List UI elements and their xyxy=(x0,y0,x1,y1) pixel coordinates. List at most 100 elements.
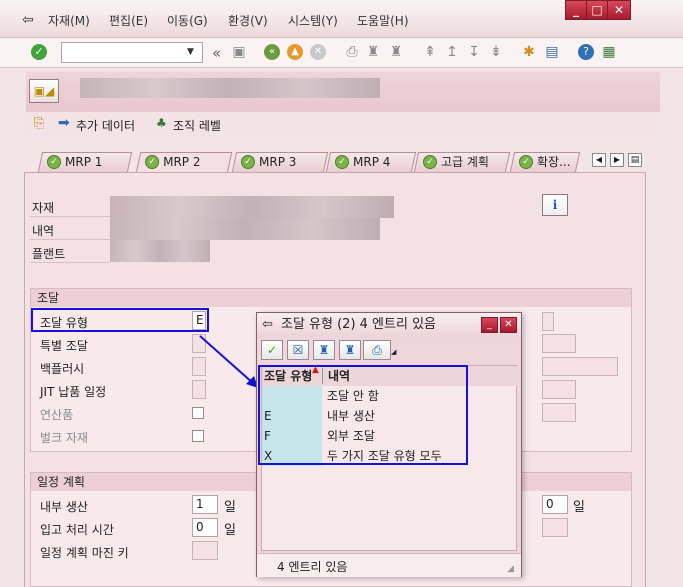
menu-edit[interactable]: 편집(E) xyxy=(109,12,148,29)
right-field[interactable] xyxy=(542,312,554,331)
save-icon[interactable]: ▣ xyxy=(230,43,248,61)
menu-bar: ⇦ 자재(M) 편집(E) 이동(G) 환경(V) 시스템(Y) 도움말(H) … xyxy=(0,0,683,38)
new-doc-icon[interactable]: ⎘ xyxy=(34,116,44,131)
bulk-material-label: 벌크 자재 xyxy=(40,431,88,445)
popup-minimize-icon[interactable]: _ xyxy=(481,317,498,333)
plant-label: 플랜트 xyxy=(32,247,66,261)
right-field[interactable] xyxy=(542,334,576,353)
command-field[interactable] xyxy=(61,42,203,63)
menu-material[interactable]: 자재(M) xyxy=(48,12,90,29)
maximize-icon[interactable]: □ xyxy=(586,0,608,20)
tab-scroll-right-icon[interactable]: ▶ xyxy=(610,153,624,167)
right-days-field[interactable]: 0 xyxy=(542,495,568,514)
info-icon[interactable]: i xyxy=(542,194,568,216)
cancel-icon[interactable]: ✕ xyxy=(310,44,326,60)
tab-label: 고급 계획 xyxy=(441,155,489,169)
material-label: 자재 xyxy=(32,201,55,215)
check-icon: ✓ xyxy=(47,155,61,169)
org-levels-icon[interactable]: ♣ xyxy=(156,116,167,130)
popup-close-icon[interactable]: ✕ xyxy=(500,317,517,333)
back-arrows-icon[interactable]: « xyxy=(212,44,221,62)
chevron-down-icon[interactable]: ▼ xyxy=(187,47,194,57)
prev-page-icon[interactable]: ↥ xyxy=(443,43,461,61)
minimize-icon[interactable]: _ xyxy=(565,0,587,20)
additional-data-button[interactable]: 추가 데이터 xyxy=(76,117,135,134)
tab-mrp4[interactable]: ✓ MRP 4 xyxy=(325,152,417,172)
next-page-icon[interactable]: ↧ xyxy=(465,43,483,61)
popup-status-text: 4 엔트리 있음 xyxy=(277,560,348,574)
tab-list-icon[interactable]: ▤ xyxy=(628,153,642,167)
right-field[interactable] xyxy=(542,403,576,422)
description-value-redacted xyxy=(110,218,380,240)
coproduct-checkbox[interactable] xyxy=(192,407,204,419)
check-icon: ✓ xyxy=(145,155,160,169)
first-page-icon[interactable]: ⇞ xyxy=(421,43,439,61)
tab-mrp3[interactable]: ✓ MRP 3 xyxy=(231,152,329,172)
menu-environment[interactable]: 환경(V) xyxy=(228,12,268,29)
application-toolbar: ⎘ ➡ 추가 데이터 ♣ 조직 레벨 xyxy=(26,112,660,140)
inhouse-unit: 일 xyxy=(224,500,236,515)
divider xyxy=(30,262,110,263)
find-next-icon[interactable]: ♜ xyxy=(339,340,361,360)
value-help-popup: ⇦ 조달 유형 (2) 4 엔트리 있음 _ ✕ ✓ ☒ ♜ ♜ ⎙ ◢ 조달 … xyxy=(256,312,522,577)
new-session-icon[interactable]: ✱ xyxy=(520,43,538,61)
plant-value-redacted xyxy=(110,240,210,262)
menu-goto[interactable]: 이동(G) xyxy=(167,12,208,29)
check-icon: ✓ xyxy=(519,155,533,169)
print-icon[interactable]: ⎙ xyxy=(343,43,361,61)
arrow-right-icon[interactable]: ➡ xyxy=(58,115,70,131)
close-icon[interactable]: ✕ xyxy=(607,0,631,20)
tab-mrp1[interactable]: ✓ MRP 1 xyxy=(37,152,133,172)
check-icon: ✓ xyxy=(423,155,437,169)
cancel-box-icon[interactable]: ☒ xyxy=(287,340,309,360)
menu-help[interactable]: 도움말(H) xyxy=(357,12,409,29)
scheduling-margin-label: 일정 계획 마진 키 xyxy=(40,546,129,560)
right-field[interactable] xyxy=(542,518,568,537)
right-field[interactable] xyxy=(542,380,576,399)
exit-icon[interactable]: ▲ xyxy=(287,44,303,60)
back-icon[interactable]: « xyxy=(264,44,280,60)
title-area: ▣◢ xyxy=(26,72,660,112)
popup-menu-icon[interactable]: ⇦ xyxy=(262,313,273,337)
tab-label: MRP 1 xyxy=(65,155,103,169)
right-days-unit: 일 xyxy=(573,500,585,515)
gr-processing-field[interactable]: 0 xyxy=(192,518,218,537)
tab-scroll-left-icon[interactable]: ◀ xyxy=(592,153,606,167)
tab-mrp2[interactable]: ✓ MRP 2 xyxy=(135,152,233,173)
material-value-redacted xyxy=(110,196,394,218)
page-title-redacted xyxy=(80,78,380,98)
help-icon[interactable]: ? xyxy=(578,44,594,60)
right-field[interactable] xyxy=(542,357,618,376)
org-levels-button[interactable]: 조직 레벨 xyxy=(173,117,221,134)
last-page-icon[interactable]: ⇟ xyxy=(487,43,505,61)
divider xyxy=(30,239,110,240)
find-icon[interactable]: ♜ xyxy=(313,340,335,360)
popup-titlebar: ⇦ 조달 유형 (2) 4 엔트리 있음 _ ✕ xyxy=(257,313,521,337)
print-icon[interactable]: ⎙ xyxy=(363,340,391,360)
tab-extended[interactable]: ✓ 확장... xyxy=(509,152,581,172)
jit-label: JIT 납품 일정 xyxy=(40,385,107,399)
check-icon: ✓ xyxy=(241,155,255,169)
data-screens-icon[interactable]: ▣◢ xyxy=(29,79,59,103)
shortcut-icon[interactable]: ▤ xyxy=(543,43,561,61)
find-next-icon[interactable]: ♜ xyxy=(387,43,405,61)
menu-icon[interactable]: ⇦ xyxy=(22,12,34,28)
standard-toolbar: ✓ ▼ « ▣ « ▲ ✕ ⎙ ♜ ♜ ⇞ ↥ ↧ ⇟ ✱ ▤ ? ▦ xyxy=(0,38,683,68)
inhouse-production-label: 내부 생산 xyxy=(40,500,88,514)
tab-advanced-planning[interactable]: ✓ 고급 계획 xyxy=(413,152,511,172)
enter-icon[interactable]: ✓ xyxy=(31,44,47,60)
menu-system[interactable]: 시스템(Y) xyxy=(288,12,338,29)
bulk-material-checkbox[interactable] xyxy=(192,430,204,442)
layout-icon[interactable]: ▦ xyxy=(600,43,618,61)
confirm-icon[interactable]: ✓ xyxy=(261,340,283,360)
highlight-box xyxy=(31,308,209,332)
scheduling-margin-field[interactable] xyxy=(192,541,218,560)
inhouse-production-field[interactable]: 1 xyxy=(192,495,218,514)
resize-grip-icon[interactable]: ◢ xyxy=(507,564,514,574)
chevron-down-icon[interactable]: ◢ xyxy=(391,348,396,356)
description-label: 내역 xyxy=(32,224,55,238)
find-icon[interactable]: ♜ xyxy=(364,43,382,61)
gr-unit: 일 xyxy=(224,523,236,538)
coproduct-label: 연산품 xyxy=(40,408,74,422)
backflush-label: 백플러시 xyxy=(40,362,85,376)
